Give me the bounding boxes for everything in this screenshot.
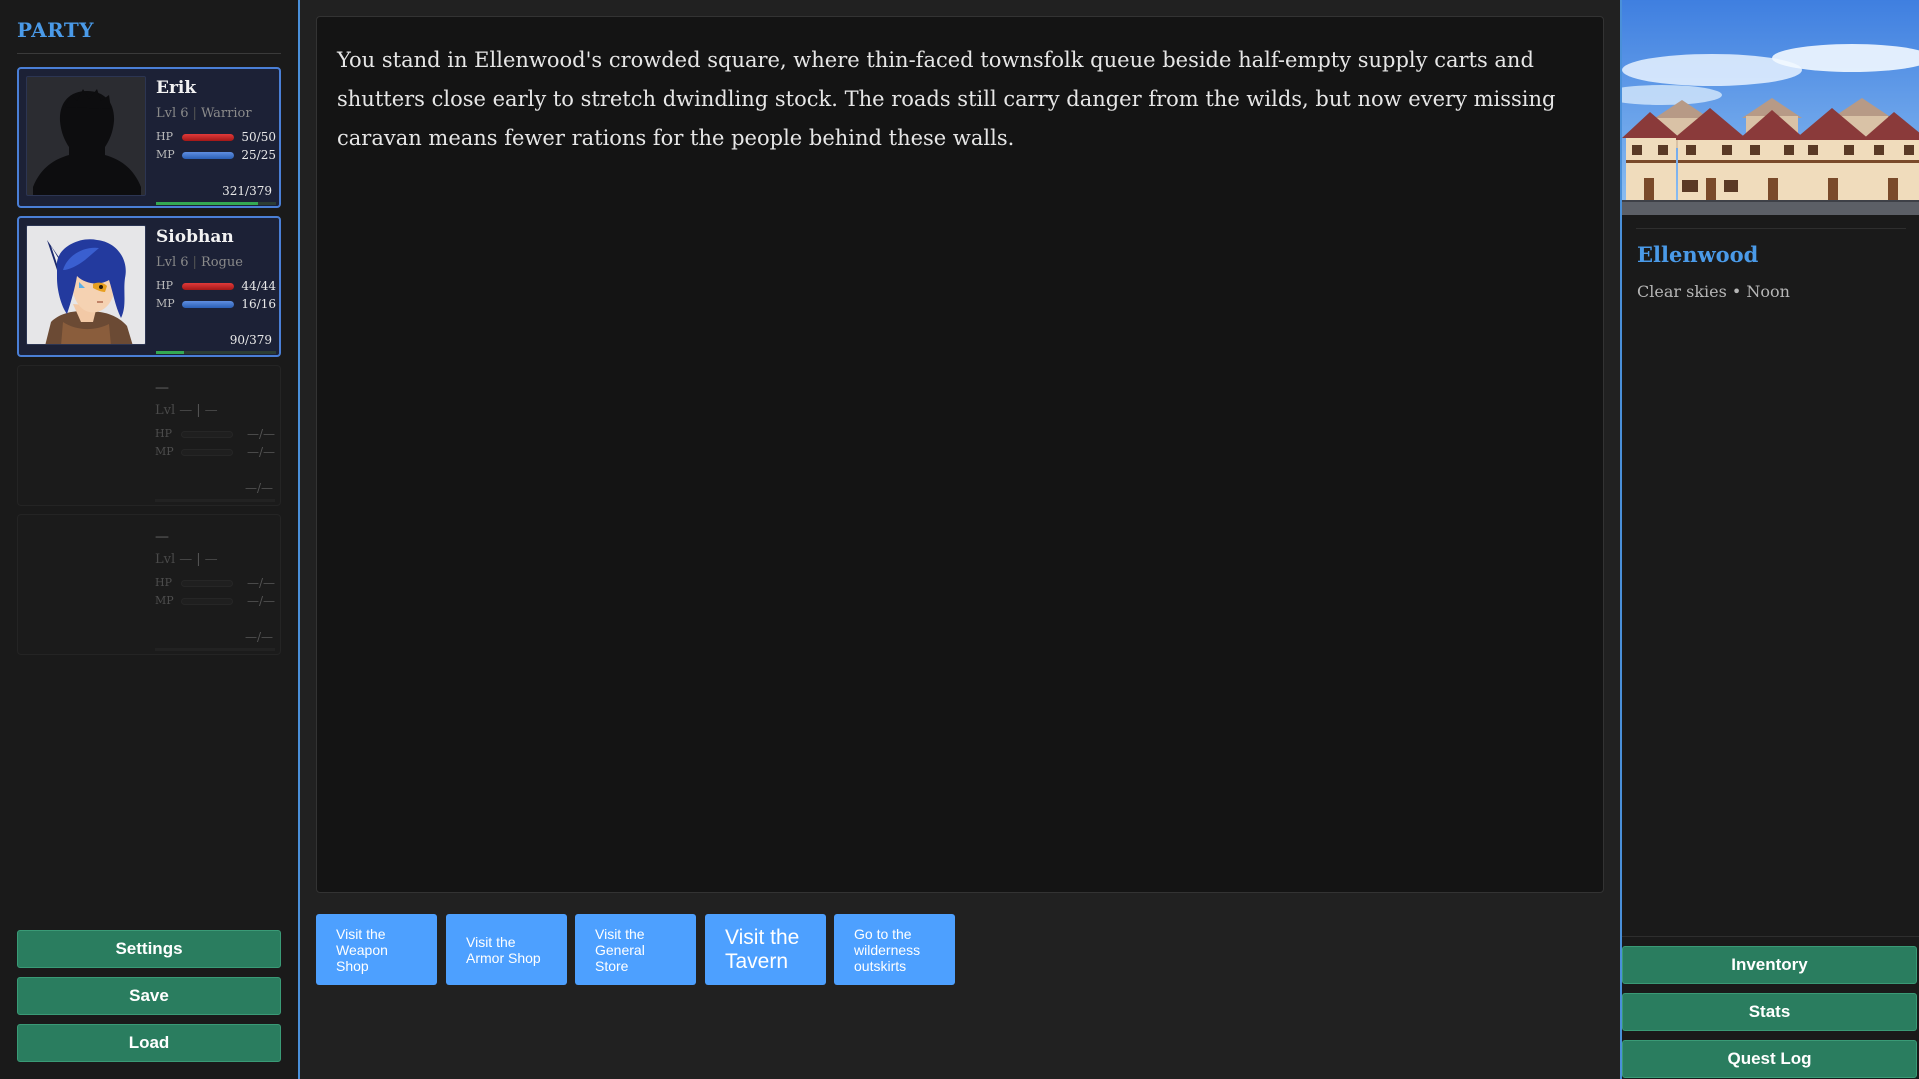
xp-bar: [155, 499, 275, 502]
mp-row: MP —/—: [155, 445, 275, 459]
meta-separator: |: [192, 106, 197, 121]
hp-value: 44/44: [241, 279, 276, 293]
member-level-class: Lvl 6 | Rogue: [156, 255, 243, 270]
mp-value: —/—: [246, 445, 275, 459]
party-member-card-siobhan[interactable]: Siobhan Lvl 6 | Rogue HP 44/44 MP 16/16 90…: [17, 216, 281, 357]
mp-label: MP: [155, 445, 174, 458]
member-name: Erik: [156, 78, 197, 98]
portrait-siobhan: [26, 225, 146, 345]
choice-armor-shop-button[interactable]: Visit the Armor Shop: [446, 914, 567, 985]
mp-bar-fill: [182, 301, 234, 308]
inventory-button[interactable]: Inventory: [1622, 946, 1917, 984]
mp-bar: [181, 449, 233, 456]
hp-label: HP: [155, 576, 172, 589]
mp-value: —/—: [246, 594, 275, 608]
xp-value: —/—: [244, 481, 273, 495]
meta-separator: |: [196, 403, 201, 418]
choice-general-store-button[interactable]: Visit the General Store: [575, 914, 696, 985]
member-class: —: [204, 403, 218, 418]
party-title: PARTY: [17, 18, 95, 42]
party-member-card-erik[interactable]: Erik Lvl 6 | Warrior HP 50/50 MP 25/25 321…: [17, 67, 281, 208]
location-panel: Ellenwood Clear skies • Noon: [1620, 0, 1919, 1079]
party-slot-empty-3: — Lvl — | — HP —/— MP —/— —/—: [17, 365, 281, 506]
member-level: Lvl —: [155, 403, 193, 418]
hp-bar: [182, 134, 234, 141]
mp-label: MP: [156, 297, 175, 310]
member-class: Warrior: [200, 106, 252, 121]
member-level-class: Lvl — | —: [155, 552, 218, 567]
hp-value: 50/50: [241, 130, 276, 144]
mp-value: 16/16: [241, 297, 276, 311]
location-image: [1622, 0, 1919, 215]
hp-bar-fill: [182, 283, 234, 290]
mp-row: MP —/—: [155, 594, 275, 608]
meta-separator: |: [196, 552, 201, 567]
xp-bar-fill: [156, 202, 258, 205]
party-slot-empty-4: — Lvl — | — HP —/— MP —/— —/—: [17, 514, 281, 655]
town-scene-icon: [1622, 0, 1919, 215]
location-weather: Clear skies • Noon: [1637, 282, 1790, 301]
silhouette-icon: [33, 89, 141, 195]
hp-row: HP 44/44: [156, 279, 276, 293]
story-text: You stand in Ellenwood's crowded square,…: [337, 48, 1556, 150]
hp-value: —/—: [246, 427, 275, 441]
mp-row: MP 16/16: [156, 297, 276, 311]
location-divider-bottom: [1622, 936, 1919, 937]
settings-button[interactable]: Settings: [17, 930, 281, 968]
mp-bar: [182, 301, 234, 308]
member-class: Rogue: [200, 255, 243, 270]
mp-label: MP: [156, 148, 175, 161]
hp-row: HP 50/50: [156, 130, 276, 144]
portrait-silhouette: [26, 76, 146, 196]
story-panel: You stand in Ellenwood's crowded square,…: [316, 16, 1604, 893]
member-name: —: [155, 380, 169, 396]
load-button[interactable]: Load: [17, 1024, 281, 1062]
member-class: —: [204, 552, 218, 567]
member-level: Lvl 6: [156, 106, 189, 121]
quest-log-button[interactable]: Quest Log: [1622, 1040, 1917, 1078]
hp-label: HP: [156, 130, 173, 143]
xp-bar: [156, 351, 276, 354]
member-level-class: Lvl 6 | Warrior: [156, 106, 252, 121]
meta-separator: |: [192, 255, 197, 270]
member-name: —: [155, 529, 169, 545]
xp-value: 321/379: [222, 184, 272, 198]
hp-value: —/—: [246, 576, 275, 590]
hp-label: HP: [156, 279, 173, 292]
xp-value: —/—: [244, 630, 273, 644]
mp-label: MP: [155, 594, 174, 607]
hp-row: HP —/—: [155, 427, 275, 441]
portrait-empty: [25, 373, 145, 493]
mp-bar-fill: [182, 152, 234, 159]
stats-button[interactable]: Stats: [1622, 993, 1917, 1031]
xp-bar: [156, 202, 276, 205]
hp-label: HP: [155, 427, 172, 440]
portrait-empty: [25, 522, 145, 642]
location-name: Ellenwood: [1637, 242, 1759, 267]
member-level-class: Lvl — | —: [155, 403, 218, 418]
save-button[interactable]: Save: [17, 977, 281, 1015]
party-divider: [17, 53, 281, 54]
mp-bar: [182, 152, 234, 159]
hp-row: HP —/—: [155, 576, 275, 590]
choice-weapon-shop-button[interactable]: Visit the Weapon Shop: [316, 914, 437, 985]
mp-row: MP 25/25: [156, 148, 276, 162]
mp-value: 25/25: [241, 148, 276, 162]
hp-bar-fill: [182, 134, 234, 141]
xp-bar-fill: [156, 351, 185, 354]
choice-tavern-button[interactable]: Visit the Tavern: [705, 914, 826, 985]
party-panel: PARTY Erik Lvl 6 | Warrior HP 50/50 MP 25/…: [0, 0, 300, 1079]
hp-bar: [181, 431, 233, 438]
member-level: Lvl 6: [156, 255, 189, 270]
hp-bar: [181, 580, 233, 587]
location-divider: [1636, 228, 1906, 229]
choice-wilderness-button[interactable]: Go to the wilderness outskirts: [834, 914, 955, 985]
hp-bar: [182, 283, 234, 290]
xp-bar: [155, 648, 275, 651]
member-level: Lvl —: [155, 552, 193, 567]
member-name: Siobhan: [156, 227, 234, 247]
character-portrait-icon: [27, 226, 145, 344]
mp-bar: [181, 598, 233, 605]
xp-value: 90/379: [229, 333, 272, 347]
